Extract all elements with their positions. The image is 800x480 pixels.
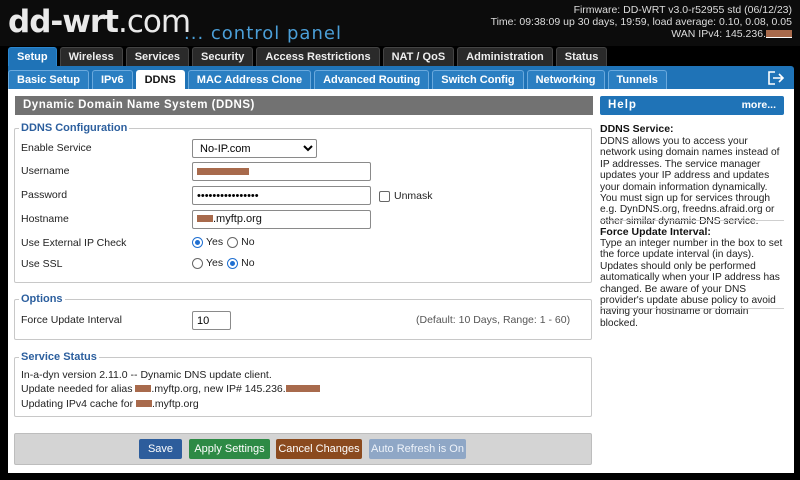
help-header: Help more... xyxy=(600,96,784,115)
sub-tabs: Basic Setup IPv6 DDNS MAC Address Clone … xyxy=(8,70,670,89)
status-text: Update needed for alias xyxy=(21,383,136,395)
logo-tld: .com xyxy=(118,4,191,40)
help-more-link[interactable]: more... xyxy=(742,96,776,115)
help-title: Help xyxy=(608,99,637,111)
unmask-label: Unmask xyxy=(394,190,433,202)
help-divider xyxy=(600,220,784,221)
username-label: Username xyxy=(21,165,70,177)
external-ip-yes-label: Yes xyxy=(206,236,224,248)
hostname-input[interactable]: .myftp.org xyxy=(192,210,371,229)
subtab-ddns[interactable]: DDNS xyxy=(135,70,185,89)
hostname-label: Hostname xyxy=(21,213,69,225)
redaction-mark xyxy=(285,385,320,394)
uptime-info: Time: 09:38:09 up 30 days, 19:59, load a… xyxy=(490,16,792,28)
cancel-changes-button[interactable]: Cancel Changes xyxy=(276,439,362,459)
subtab-advanced-routing[interactable]: Advanced Routing xyxy=(314,70,430,89)
unmask-group: Unmask xyxy=(379,190,433,202)
logo-subtitle: ... control panel xyxy=(184,23,342,44)
main-tabs: Setup Wireless Services Security Access … xyxy=(8,47,610,67)
ssl-yes-radio[interactable] xyxy=(192,257,203,269)
section-legend: Options xyxy=(21,293,63,305)
external-ip-yes-radio[interactable] xyxy=(192,236,203,248)
redaction-mark xyxy=(135,400,152,409)
subtab-ipv6[interactable]: IPv6 xyxy=(91,70,133,89)
status-line-update: Update needed for alias .myftp.org, new … xyxy=(21,383,320,395)
external-ip-no-label: No xyxy=(241,236,255,248)
logo-text: dd-wrt xyxy=(8,4,119,40)
logout-icon[interactable] xyxy=(767,70,785,86)
page-title: Dynamic Domain Name System (DDNS) xyxy=(15,96,593,115)
force-update-hint: (Default: 10 Days, Range: 1 - 60) xyxy=(416,314,571,326)
ssl-label: Use SSL xyxy=(21,258,63,270)
tab-security[interactable]: Security xyxy=(191,47,254,66)
ssl-no-label: No xyxy=(241,257,255,269)
tab-services[interactable]: Services xyxy=(125,47,189,66)
force-update-label: Force Update Interval xyxy=(21,314,122,326)
status-line-cache: Updating IPv4 cache for .myftp.org xyxy=(21,398,199,410)
unmask-checkbox[interactable] xyxy=(379,190,390,202)
subtab-switch-config[interactable]: Switch Config xyxy=(432,70,524,89)
enable-service-label: Enable Service xyxy=(21,142,92,154)
tab-status[interactable]: Status xyxy=(555,47,608,66)
ssl-radio-group: Yes No xyxy=(192,257,255,269)
save-button[interactable]: Save xyxy=(139,439,182,459)
help-force-update-text: Type an integer number in the box to set… xyxy=(600,238,783,329)
section-legend: Service Status xyxy=(21,351,97,363)
username-input[interactable] xyxy=(192,162,371,181)
wan-ip-info: WAN IPv4: 145.236. xyxy=(491,28,792,40)
help-force-update-title: Force Update Interval: xyxy=(600,226,711,238)
tab-wireless[interactable]: Wireless xyxy=(59,47,123,66)
auto-refresh-button[interactable]: Auto Refresh is On xyxy=(369,439,466,459)
status-text: .myftp.org xyxy=(151,398,199,410)
external-ip-no-radio[interactable] xyxy=(227,236,239,248)
header: dd-wrt.com ... control panel Firmware: D… xyxy=(0,0,800,46)
redaction-mark xyxy=(197,168,249,176)
ssl-yes-label: Yes xyxy=(206,257,224,269)
external-ip-label: Use External IP Check xyxy=(21,237,127,249)
status-text: Updating IPv4 cache for xyxy=(21,398,136,410)
status-text: .myftp.org, new IP# 145.236. xyxy=(151,383,286,395)
redaction-mark xyxy=(197,215,213,224)
help-ddns-title: DDNS Service: xyxy=(600,123,674,135)
help-divider xyxy=(600,308,784,309)
password-input[interactable] xyxy=(192,186,371,205)
tab-access-restrictions[interactable]: Access Restrictions xyxy=(256,47,380,66)
subtab-tunnels[interactable]: Tunnels xyxy=(607,70,667,89)
section-legend: DDNS Configuration xyxy=(21,122,128,134)
subtab-networking[interactable]: Networking xyxy=(526,70,605,89)
ssl-no-radio[interactable] xyxy=(227,257,239,269)
help-ddns-text: DDNS allows you to access your network u… xyxy=(600,136,780,227)
redaction-mark xyxy=(766,30,792,39)
subtab-basic-setup[interactable]: Basic Setup xyxy=(8,70,89,89)
tab-setup[interactable]: Setup xyxy=(8,47,57,66)
external-ip-radio-group: Yes No xyxy=(192,236,255,248)
system-info: Firmware: DD-WRT v3.0-r52955 std (06/12/… xyxy=(491,4,792,40)
hostname-value: .myftp.org xyxy=(213,213,262,225)
wan-ip-label: WAN IPv4: 145.236. xyxy=(671,28,766,40)
firmware-info: Firmware: DD-WRT v3.0-r52955 std (06/12/… xyxy=(573,4,792,16)
force-update-input[interactable] xyxy=(192,311,231,330)
logo: dd-wrt.com xyxy=(8,4,191,40)
apply-settings-button[interactable]: Apply Settings xyxy=(189,439,270,459)
tab-administration[interactable]: Administration xyxy=(457,47,553,66)
subtab-mac-address-clone[interactable]: MAC Address Clone xyxy=(187,70,312,89)
enable-service-select[interactable]: No-IP.com xyxy=(192,139,317,158)
status-line-version: In-a-dyn version 2.11.0 -- Dynamic DNS u… xyxy=(21,369,272,381)
tab-nat-qos[interactable]: NAT / QoS xyxy=(382,47,455,66)
redaction-mark xyxy=(135,385,152,394)
password-label: Password xyxy=(21,189,68,201)
